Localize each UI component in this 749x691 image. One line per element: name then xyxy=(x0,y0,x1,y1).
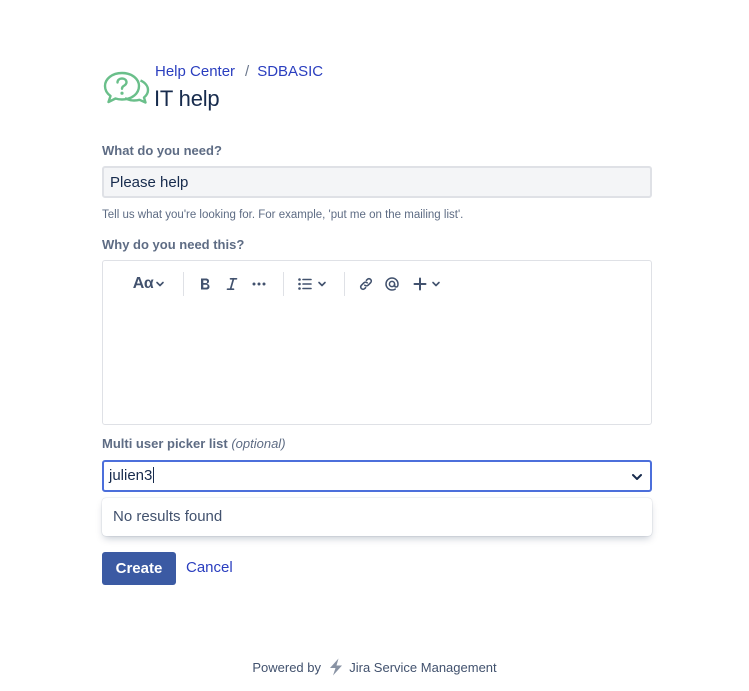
link-button[interactable] xyxy=(356,272,376,296)
chevron-down-icon xyxy=(156,281,164,287)
chevron-down-icon xyxy=(431,281,440,287)
toolbar-divider xyxy=(344,272,345,296)
summary-label: What do you need? xyxy=(102,143,222,158)
bold-icon xyxy=(201,278,210,290)
jira-bolt-icon xyxy=(329,658,342,676)
breadcrumb-sdbasic[interactable]: SDBASIC xyxy=(257,63,323,80)
user-picker-typed-text: julien3 xyxy=(109,467,153,484)
editor-toolbar: Aα xyxy=(103,261,651,307)
description-label: Why do you need this? xyxy=(102,237,245,252)
user-picker-value: julien3 xyxy=(109,467,155,485)
mention-icon xyxy=(385,277,399,291)
user-picker-label: Multi user picker list (optional) xyxy=(102,436,286,452)
chevron-down-icon[interactable] xyxy=(629,469,645,485)
product-name[interactable]: Jira Service Management xyxy=(349,660,496,675)
more-icon xyxy=(252,282,266,286)
toolbar-divider xyxy=(183,272,184,296)
summary-helper-text: Tell us what you're looking for. For exa… xyxy=(102,209,464,221)
portal-header: Help Center / SDBASIC IT help xyxy=(102,62,652,112)
list-dropdown[interactable] xyxy=(295,272,329,296)
description-editor[interactable]: Aα xyxy=(102,260,652,425)
cancel-link[interactable]: Cancel xyxy=(186,559,233,577)
text-style-label: Aα xyxy=(132,275,154,292)
user-picker-input[interactable]: julien3 xyxy=(102,460,652,492)
chevron-down-icon xyxy=(318,281,326,287)
breadcrumb: Help Center / SDBASIC xyxy=(155,63,323,81)
plus-icon xyxy=(413,277,426,291)
create-button[interactable]: Create xyxy=(102,552,176,585)
link-icon xyxy=(359,277,373,291)
more-formatting-button[interactable] xyxy=(248,272,270,296)
footer: Powered by Jira Service Management xyxy=(0,658,749,676)
text-caret xyxy=(153,467,155,483)
mention-button[interactable] xyxy=(382,272,402,296)
breadcrumb-help-center[interactable]: Help Center xyxy=(155,63,235,80)
powered-by-text: Powered by xyxy=(252,660,321,675)
bold-button[interactable] xyxy=(195,272,215,296)
page-title: IT help xyxy=(154,86,220,111)
user-picker-menu: No results found xyxy=(102,498,652,536)
text-style-dropdown[interactable]: Aα xyxy=(131,272,167,296)
optional-tag: (optional) xyxy=(231,436,286,451)
toolbar-divider xyxy=(283,272,284,296)
breadcrumb-separator: / xyxy=(245,63,250,80)
italic-button[interactable] xyxy=(222,272,242,296)
user-picker-label-text: Multi user picker list xyxy=(102,436,228,451)
insert-dropdown[interactable] xyxy=(409,272,443,296)
bullet-list-icon xyxy=(298,278,312,290)
italic-icon xyxy=(226,277,238,291)
summary-input[interactable] xyxy=(102,166,652,198)
chat-question-icon xyxy=(103,71,150,104)
no-results-message: No results found xyxy=(113,508,223,525)
